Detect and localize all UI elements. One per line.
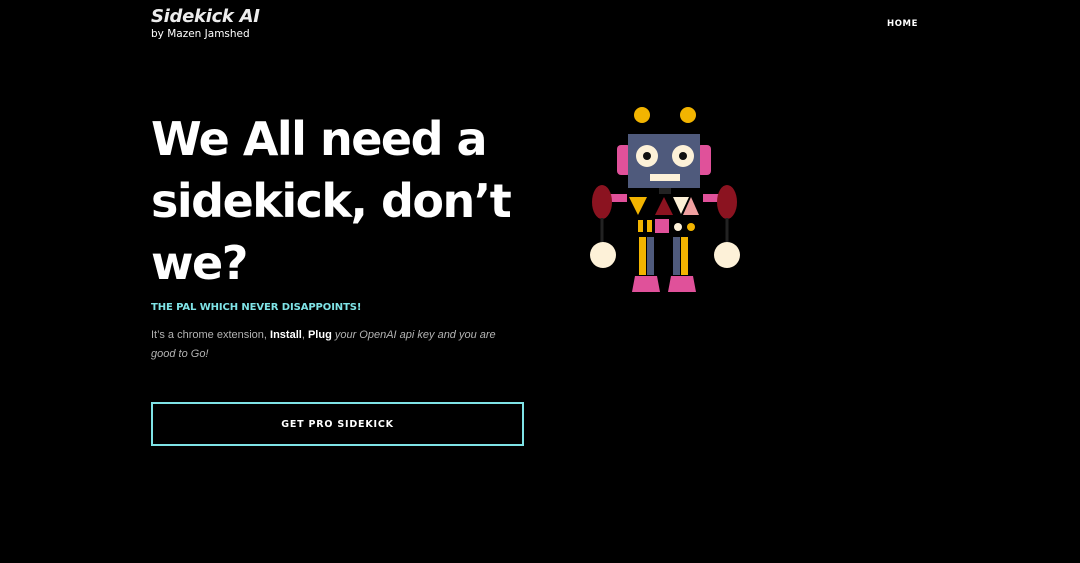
robot-illustration: [590, 107, 740, 292]
description-plug: Plug: [307, 329, 332, 341]
hero-title-line: We All need a: [151, 112, 488, 166]
landing-page: Sidekick AI by Mazen Jamshed HOME We All…: [0, 0, 1080, 563]
brand[interactable]: Sidekick AI by Mazen Jamshed: [151, 6, 260, 41]
description-text: It’s a chrome extension,: [151, 329, 271, 341]
hero-section: We All need a sidekick, don’t we? THE PA…: [151, 108, 551, 360]
hero-title-line: we?: [151, 236, 248, 290]
get-pro-sidekick-button[interactable]: GET PRO SIDEKICK: [151, 402, 524, 446]
brand-subtitle: by Mazen Jamshed: [151, 28, 250, 40]
hero-title: We All need a sidekick, don’t we?: [151, 108, 551, 294]
brand-title[interactable]: Sidekick AI: [151, 6, 260, 28]
nav-home-link[interactable]: HOME: [887, 19, 918, 29]
hero-tagline: THE PAL WHICH NEVER DISAPPOINTS!: [151, 302, 362, 313]
hero-description: It’s a chrome extension, Install, Plug y…: [151, 326, 523, 364]
hero-title-line: sidekick, don’t: [151, 174, 512, 228]
description-install: Install: [270, 329, 302, 341]
